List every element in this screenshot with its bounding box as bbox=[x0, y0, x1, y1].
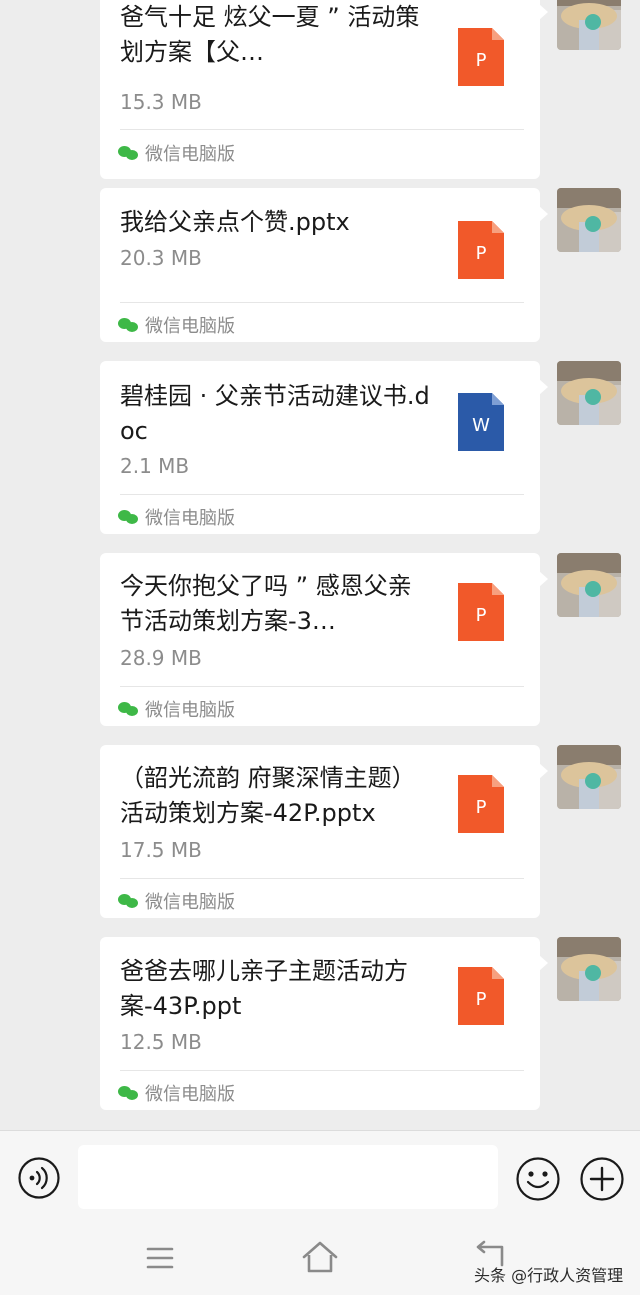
divider bbox=[120, 1070, 524, 1071]
bubble-tail bbox=[539, 379, 548, 395]
bubble-tail bbox=[539, 4, 548, 20]
ppt-file-icon: P bbox=[458, 967, 504, 1025]
wechat-icon bbox=[118, 509, 138, 525]
avatar[interactable] bbox=[557, 188, 621, 252]
file-size: 12.5 MB bbox=[120, 1030, 202, 1054]
wechat-icon bbox=[118, 701, 138, 717]
ppt-file-icon: P bbox=[458, 221, 504, 279]
divider bbox=[120, 494, 524, 495]
bubble-tail bbox=[539, 955, 548, 971]
file-name: 爸气十足 炫父一夏 ” 活动策划方案【父… bbox=[120, 3, 420, 66]
file-name: （韶光流韵 府聚深情主题）活动策划方案-42P.pptx bbox=[120, 764, 416, 827]
file-name: 碧桂园 · 父亲节活动建议书.doc bbox=[120, 382, 430, 445]
source-label: 微信电脑版 bbox=[145, 144, 235, 165]
bubble-tail bbox=[539, 206, 548, 222]
file-name: 我给父亲点个赞.pptx bbox=[120, 208, 350, 236]
ppt-file-icon: P bbox=[458, 28, 504, 86]
avatar[interactable] bbox=[557, 553, 621, 617]
file-message-card[interactable]: 爸爸去哪儿亲子主题活动方案-43P.ppt 12.5 MB P 微信电脑版 bbox=[100, 937, 540, 1110]
file-size: 20.3 MB bbox=[120, 246, 202, 270]
divider bbox=[120, 302, 524, 303]
source-label: 微信电脑版 bbox=[145, 892, 235, 913]
source-label: 微信电脑版 bbox=[145, 508, 235, 529]
menu-icon[interactable] bbox=[146, 1245, 174, 1271]
chat-input-bar bbox=[0, 1130, 640, 1225]
source-label: 微信电脑版 bbox=[145, 316, 235, 337]
file-size: 28.9 MB bbox=[120, 646, 202, 670]
message-source: 微信电脑版 bbox=[118, 312, 235, 338]
bubble-tail bbox=[539, 763, 548, 779]
divider bbox=[120, 686, 524, 687]
file-message-card[interactable]: 我给父亲点个赞.pptx 20.3 MB P 微信电脑版 bbox=[100, 188, 540, 342]
source-label: 微信电脑版 bbox=[145, 1084, 235, 1105]
divider bbox=[120, 878, 524, 879]
file-size: 15.3 MB bbox=[120, 90, 202, 114]
file-name: 今天你抱父了吗 ” 感恩父亲节活动策划方案-3… bbox=[120, 572, 412, 635]
wechat-icon bbox=[118, 893, 138, 909]
file-message-card[interactable]: 碧桂园 · 父亲节活动建议书.doc 2.1 MB W 微信电脑版 bbox=[100, 361, 540, 534]
message-source: 微信电脑版 bbox=[118, 140, 235, 166]
wechat-icon bbox=[118, 145, 138, 161]
bubble-tail bbox=[539, 571, 548, 587]
plus-icon[interactable] bbox=[579, 1156, 625, 1202]
wechat-icon bbox=[118, 1085, 138, 1101]
file-size: 17.5 MB bbox=[120, 838, 202, 862]
word-file-icon: W bbox=[458, 393, 504, 451]
message-source: 微信电脑版 bbox=[118, 504, 235, 530]
avatar[interactable] bbox=[557, 937, 621, 1001]
message-source: 微信电脑版 bbox=[118, 1080, 235, 1106]
chat-message-list[interactable]: 爸气十足 炫父一夏 ” 活动策划方案【父… 15.3 MB P 微信电脑版 我给… bbox=[0, 0, 640, 1130]
file-message-card[interactable]: （韶光流韵 府聚深情主题）活动策划方案-42P.pptx 17.5 MB P 微… bbox=[100, 745, 540, 918]
wechat-icon bbox=[118, 317, 138, 333]
file-size: 2.1 MB bbox=[120, 454, 190, 478]
ppt-file-icon: P bbox=[458, 775, 504, 833]
message-input[interactable] bbox=[78, 1145, 498, 1209]
divider bbox=[120, 129, 524, 130]
voice-icon[interactable] bbox=[17, 1156, 61, 1200]
message-source: 微信电脑版 bbox=[118, 696, 235, 722]
watermark: 头条 @行政人资管理 bbox=[474, 1266, 624, 1285]
home-icon[interactable] bbox=[300, 1239, 340, 1275]
file-name: 爸爸去哪儿亲子主题活动方案-43P.ppt bbox=[120, 957, 408, 1020]
ppt-file-icon: P bbox=[458, 583, 504, 641]
avatar[interactable] bbox=[557, 361, 621, 425]
message-source: 微信电脑版 bbox=[118, 888, 235, 914]
avatar[interactable] bbox=[557, 0, 621, 50]
source-label: 微信电脑版 bbox=[145, 700, 235, 721]
emoji-icon[interactable] bbox=[515, 1156, 561, 1202]
avatar[interactable] bbox=[557, 745, 621, 809]
file-message-card[interactable]: 今天你抱父了吗 ” 感恩父亲节活动策划方案-3… 28.9 MB P 微信电脑版 bbox=[100, 553, 540, 726]
file-message-card[interactable]: 爸气十足 炫父一夏 ” 活动策划方案【父… 15.3 MB P 微信电脑版 bbox=[100, 0, 540, 179]
